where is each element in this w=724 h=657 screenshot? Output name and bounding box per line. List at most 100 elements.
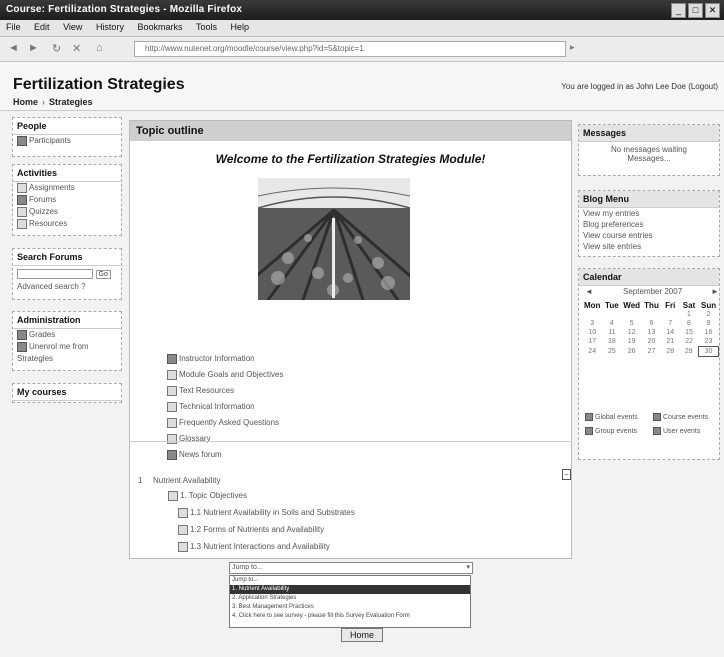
view-site-entries-link[interactable]: View site entries xyxy=(579,241,719,252)
calendar-day[interactable]: 7 xyxy=(661,319,679,328)
topic-item-1-2[interactable]: 1.2 Forms of Nutrients and Availability xyxy=(178,525,324,535)
close-icon[interactable]: ✕ xyxy=(705,3,720,18)
calendar-day[interactable]: 29 xyxy=(679,347,698,357)
calendar-day[interactable]: 27 xyxy=(642,347,661,357)
calendar-day[interactable]: 12 xyxy=(621,328,642,337)
view-course-entries-link[interactable]: View course entries xyxy=(579,230,719,241)
calendar-day[interactable]: 25 xyxy=(602,347,621,357)
day-header: Thu xyxy=(644,301,659,310)
blog-preferences-link[interactable]: Blog preferences xyxy=(579,219,719,230)
messages-link[interactable]: Messages... xyxy=(579,154,719,163)
glossary-link[interactable]: Glossary xyxy=(167,434,211,444)
calendar-day[interactable]: 22 xyxy=(679,337,698,347)
grades-link[interactable]: Grades xyxy=(13,329,121,341)
calendar-day xyxy=(661,310,679,319)
calendar-day[interactable]: 9 xyxy=(699,319,719,328)
menu-tools[interactable]: Tools xyxy=(196,22,217,32)
home-icon[interactable]: ⌂ xyxy=(96,42,103,54)
legend-user[interactable]: User events xyxy=(653,427,700,435)
people-title: People xyxy=(13,118,121,135)
calendar-day[interactable]: 30 xyxy=(698,346,719,357)
calendar-month[interactable]: September 2007 xyxy=(623,287,682,296)
calendar-day[interactable]: 14 xyxy=(661,328,679,337)
help-icon[interactable]: ? xyxy=(81,282,85,291)
calendar-day[interactable]: 8 xyxy=(679,319,698,328)
calendar-day[interactable]: 26 xyxy=(621,347,642,357)
menu-edit[interactable]: Edit xyxy=(34,22,50,32)
jump-option[interactable]: 3. Best Management Practices xyxy=(230,603,470,612)
calendar-day[interactable]: 18 xyxy=(602,337,621,347)
calendar-day[interactable]: 11 xyxy=(602,328,621,337)
stop-icon[interactable]: ✕ xyxy=(72,42,81,55)
legend-group[interactable]: Group events xyxy=(585,427,637,435)
calendar-day[interactable]: 15 xyxy=(679,328,698,337)
go-icon[interactable]: ▸ xyxy=(570,42,575,53)
topic-objectives-link[interactable]: 1. Topic Objectives xyxy=(168,491,247,501)
home-button[interactable]: Home xyxy=(341,628,383,642)
url-input[interactable]: http://www.nutenet.org/moodle/course/vie… xyxy=(134,41,566,57)
topic-item-1-1[interactable]: 1.1 Nutrient Availability in Soils and S… xyxy=(178,508,355,518)
unenrol-link[interactable]: Unenrol me from xyxy=(13,341,121,353)
resources-link[interactable]: Resources xyxy=(13,218,121,230)
reload-icon[interactable]: ↻ xyxy=(52,42,61,55)
jump-option[interactable]: 4. Click here to see survey - please fil… xyxy=(230,612,470,621)
calendar-day[interactable]: 17 xyxy=(582,337,602,347)
calendar-day[interactable]: 3 xyxy=(582,319,602,328)
assignments-link[interactable]: Assignments xyxy=(13,182,121,194)
calendar-day[interactable]: 6 xyxy=(642,319,661,328)
calendar-block: Calendar ◄ September 2007 ► Mon Tue Wed … xyxy=(578,268,720,460)
calendar-day[interactable]: 5 xyxy=(621,319,642,328)
jump-option[interactable]: Jump to... xyxy=(230,576,470,585)
calendar-day[interactable]: 24 xyxy=(582,347,602,357)
my-courses-title[interactable]: My courses xyxy=(13,384,121,401)
back-icon[interactable]: ◄ xyxy=(8,42,19,54)
jump-to-select[interactable]: Jump to... ▾ xyxy=(229,562,473,574)
view-my-entries-link[interactable]: View my entries xyxy=(579,208,719,219)
text-resources-link[interactable]: Text Resources xyxy=(167,386,234,396)
search-forums-title: Search Forums xyxy=(13,249,121,266)
calendar-day[interactable]: 20 xyxy=(642,337,661,347)
forward-icon[interactable]: ► xyxy=(28,42,39,54)
show-one-topic-icon[interactable]: – xyxy=(562,469,571,480)
faq-link[interactable]: Frequently Asked Questions xyxy=(167,418,279,428)
calendar-day[interactable]: 10 xyxy=(582,328,602,337)
search-go-button[interactable]: Go xyxy=(95,270,111,279)
legend-course[interactable]: Course events xyxy=(653,413,708,421)
calendar-day[interactable]: 28 xyxy=(661,347,679,357)
instructor-info-link[interactable]: Instructor Information xyxy=(167,354,255,364)
minimize-icon[interactable]: _ xyxy=(671,3,686,18)
module-goals-link[interactable]: Module Goals and Objectives xyxy=(167,370,284,380)
breadcrumb-home[interactable]: Home xyxy=(13,97,38,107)
calendar-day[interactable]: 13 xyxy=(642,328,661,337)
advanced-search-link[interactable]: Advanced search ? xyxy=(13,281,121,292)
menu-bookmarks[interactable]: Bookmarks xyxy=(137,22,182,32)
calendar-day[interactable]: 16 xyxy=(699,328,719,337)
search-input[interactable] xyxy=(17,268,93,279)
menu-file[interactable]: File xyxy=(6,22,21,32)
calendar-day[interactable]: 1 xyxy=(679,310,698,319)
resource-icon xyxy=(17,219,27,229)
menu-view[interactable]: View xyxy=(63,22,82,32)
quizzes-link[interactable]: Quizzes xyxy=(13,206,121,218)
forums-link[interactable]: Forums xyxy=(13,194,121,206)
participants-link[interactable]: Participants xyxy=(13,135,121,147)
topic-item-1-3[interactable]: 1.3 Nutrient Interactions and Availabili… xyxy=(178,542,330,552)
jump-option-selected[interactable]: 1. Nutrient Availability xyxy=(230,585,470,594)
unenrol-icon xyxy=(17,342,27,352)
calendar-day[interactable]: 4 xyxy=(602,319,621,328)
calendar-day[interactable]: 23 xyxy=(699,337,719,347)
calendar-next-icon[interactable]: ► xyxy=(711,287,719,296)
maximize-icon[interactable]: □ xyxy=(688,3,703,18)
menu-help[interactable]: Help xyxy=(231,22,250,32)
legend-global[interactable]: Global events xyxy=(585,413,638,421)
blog-menu-block: Blog Menu View my entries Blog preferenc… xyxy=(578,190,720,257)
menu-history[interactable]: History xyxy=(96,22,124,32)
jump-option[interactable]: 2. Application Strategies xyxy=(230,594,470,603)
unenrol-course-name[interactable]: Strategies xyxy=(13,353,121,364)
news-forum-link[interactable]: News forum xyxy=(167,450,222,460)
calendar-day[interactable]: 19 xyxy=(621,337,642,347)
calendar-day[interactable]: 21 xyxy=(661,337,679,347)
technical-info-link[interactable]: Technical Information xyxy=(167,402,255,412)
calendar-prev-icon[interactable]: ◄ xyxy=(585,287,593,296)
calendar-day[interactable]: 2 xyxy=(699,310,719,319)
